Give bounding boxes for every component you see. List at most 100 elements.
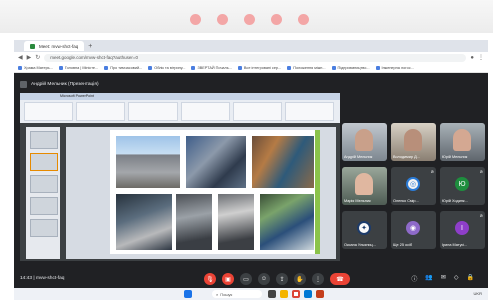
bookmark-icon [58, 65, 63, 70]
bookmark-item[interactable]: Все інтегровані сер... [237, 65, 281, 70]
present-button[interactable]: ⇪ [276, 273, 288, 285]
leave-call-button[interactable]: ☎ [330, 273, 350, 285]
participant-video [355, 173, 373, 195]
bookmark-icon [18, 65, 22, 70]
emoji-button[interactable]: ☺ [258, 273, 270, 285]
bookmarks-bar: Храма Матерь... Головна | Міністе... Про… [14, 63, 488, 73]
taskbar-apps [268, 290, 324, 298]
browser-tab[interactable]: Meet: mvw-shct-faq [24, 41, 85, 51]
presenter-label: Андрій Мельник (Презентація) [20, 81, 99, 88]
camera-toggle-button[interactable]: ▣ [222, 273, 234, 285]
slide-thumbnail[interactable] [30, 219, 58, 237]
profile-icon[interactable]: ● [470, 55, 474, 61]
side-panel-controls: ⓘ 👥 ✉ ◇ 🔒 [411, 274, 474, 283]
slide-photo-machinery [252, 136, 314, 188]
presentation-icon [20, 81, 27, 88]
bookmark-item[interactable]: Положення міжн... [287, 65, 326, 70]
ribbon-group[interactable] [284, 102, 335, 121]
activities-icon[interactable]: ◇ [454, 274, 459, 283]
participant-tile[interactable]: Андрій Мельник [342, 123, 387, 161]
hand-icon: ✋ [296, 276, 304, 283]
mic-toggle-button[interactable]: 🎙 [204, 273, 216, 285]
bookmark-icon [331, 65, 336, 70]
chrome-icon[interactable] [292, 290, 300, 298]
chat-icon[interactable]: ✉ [441, 274, 446, 283]
bookmark-icon [375, 65, 380, 70]
emoji-icon: ☺ [260, 276, 268, 282]
address-bar: ◀ ▶ ↻ meet.google.com/mvw-shct-faq?authu… [14, 52, 488, 63]
meet-main-area: Андрій Мельник (Презентація) Microsoft P… [14, 73, 488, 287]
participant-tile[interactable]: I ⊘ Ірина Матусі... [440, 211, 485, 249]
present-icon: ⇪ [279, 276, 285, 283]
edge-icon[interactable] [304, 290, 312, 298]
meeting-time: 14:43 [20, 276, 33, 281]
info-icon[interactable]: ⓘ [411, 274, 417, 283]
participant-tile[interactable]: Володимир Д... [391, 123, 436, 161]
slide-editor [66, 127, 336, 259]
participant-tile[interactable]: Юрій Мельник [440, 123, 485, 161]
powerpoint-icon[interactable] [316, 290, 324, 298]
meeting-code: mvw-shct-faq [35, 276, 65, 281]
bookmark-icon [148, 65, 153, 70]
bookmark-item[interactable]: Підприємництво... [331, 65, 370, 70]
bookmark-item[interactable]: Головна | Міністе... [58, 65, 98, 70]
mic-off-icon: ⊘ [430, 169, 434, 174]
participant-avatar: I [455, 221, 469, 235]
url-input[interactable]: meet.google.com/mvw-shct-faq?authuser=0 [44, 53, 467, 62]
slide-thumbnail[interactable] [30, 197, 58, 215]
shared-screen[interactable]: Microsoft PowerPoint [20, 93, 340, 261]
taskbar-search-label: Пошук [220, 291, 233, 297]
participant-tile[interactable]: ◉ Ще 25 осіб [391, 211, 436, 249]
back-arrow-icon[interactable]: ◀ [18, 54, 23, 61]
bookmark-item[interactable]: Облік та вітрину... [148, 65, 185, 70]
slide-photo-building [116, 136, 180, 188]
lock-icon[interactable]: 🔒 [467, 274, 474, 283]
call-controls: 🎙 ▣ ▭ ☺ ⇪ ✋ ⋮ ☎ [204, 273, 350, 285]
raise-hand-button[interactable]: ✋ [294, 273, 306, 285]
participant-avatar-icon: ✦ [357, 221, 371, 235]
camera-notch-dots [190, 14, 309, 25]
participant-tile[interactable]: ✦ Оксана Ульяниц... [342, 211, 387, 249]
slide-photo-engine [116, 194, 172, 250]
menu-icon[interactable]: ⋮ [478, 54, 484, 61]
participant-tile[interactable]: ◎ ⊘ Оленко Смір... [391, 167, 436, 205]
meet-control-bar: 14:43 | mvw-shct-faq 🎙 ▣ ▭ ☺ ⇪ ✋ ⋮ ☎ ⓘ 👥… [14, 270, 488, 288]
participant-tile[interactable]: Ю ⊘ Юрій Ходинк... [440, 167, 485, 205]
slide-photo-workshop [186, 136, 246, 188]
bookmark-icon [287, 65, 292, 70]
ribbon-groups [24, 102, 335, 121]
people-icon[interactable]: 👥 [425, 274, 432, 283]
ribbon-group[interactable] [24, 102, 74, 121]
taskbar-pinned [184, 290, 192, 298]
ribbon-group[interactable] [180, 102, 230, 121]
participant-tile[interactable]: Марія Мельник [342, 167, 387, 205]
system-tray[interactable]: UKR [474, 291, 482, 296]
more-options-button[interactable]: ⋮ [312, 273, 324, 285]
participant-video [355, 129, 373, 151]
ribbon-group[interactable] [128, 102, 178, 121]
bookmark-item[interactable]: ЗВЕРТАЙ Почаль... [191, 65, 232, 70]
search-icon: ⌕ [216, 291, 219, 297]
new-tab-button[interactable]: + [88, 43, 92, 50]
powerpoint-title: Microsoft PowerPoint [20, 93, 340, 100]
ribbon-group[interactable] [76, 102, 126, 121]
participant-avatar-icon: ◎ [406, 177, 420, 191]
slide-thumbnail-active[interactable] [30, 153, 58, 171]
ribbon-group[interactable] [232, 102, 282, 121]
slide-thumbnail[interactable] [30, 131, 58, 149]
file-explorer-icon[interactable] [280, 290, 288, 298]
task-view-icon[interactable] [268, 290, 276, 298]
reload-icon[interactable]: ↻ [35, 54, 40, 61]
forward-arrow-icon[interactable]: ▶ [27, 54, 32, 61]
windows-start-icon[interactable] [184, 290, 192, 298]
bookmark-item[interactable]: Храма Матерь... [18, 65, 53, 70]
slide-photo-part [218, 194, 254, 250]
captions-button[interactable]: ▭ [240, 273, 252, 285]
meeting-info: 14:43 | mvw-shct-faq [20, 276, 65, 281]
bookmark-item[interactable]: Про тимчасовий... [104, 65, 142, 70]
slide-thumbnail[interactable] [30, 175, 58, 193]
bookmark-icon [104, 65, 109, 70]
bookmark-item[interactable]: Інженерна логос... [375, 65, 414, 70]
meet-favicon-icon [30, 43, 35, 49]
taskbar-search[interactable]: ⌕ Пошук [212, 290, 262, 298]
